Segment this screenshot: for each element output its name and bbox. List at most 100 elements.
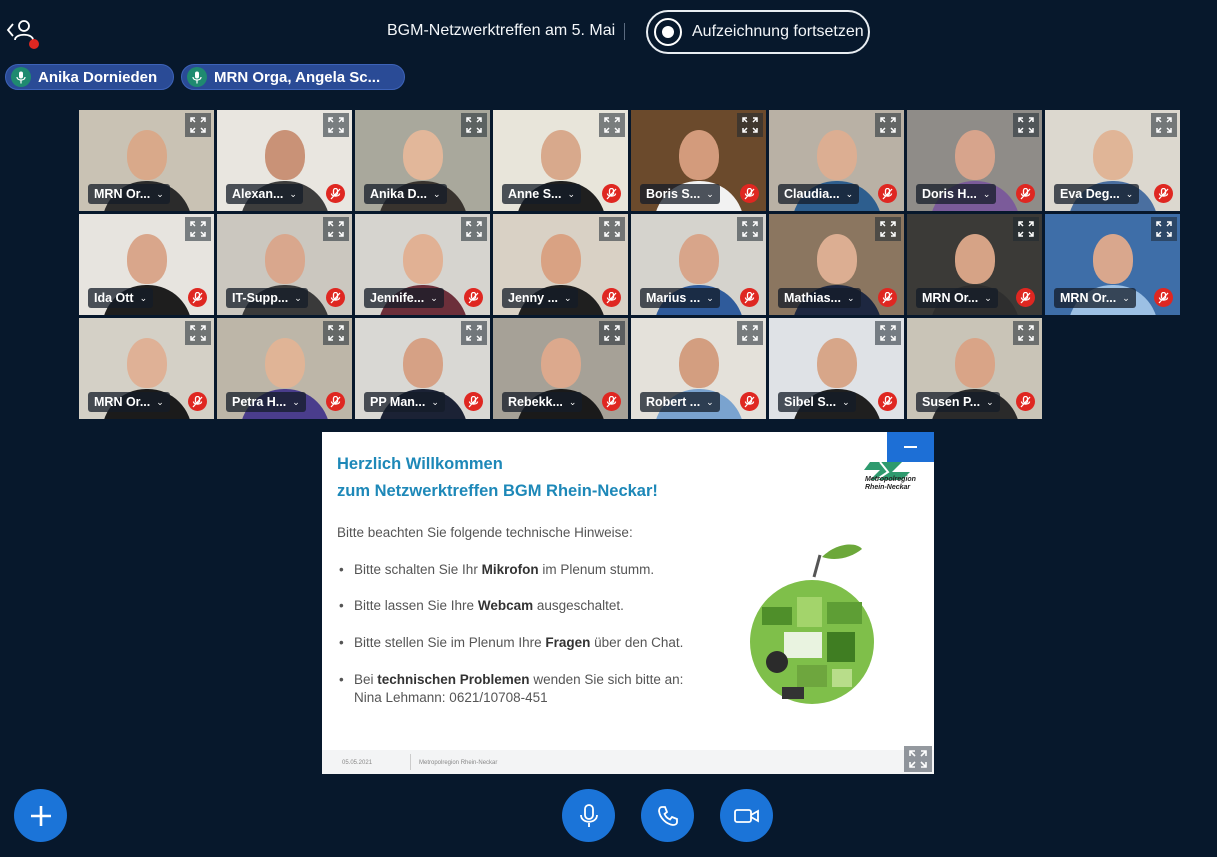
- fullscreen-button[interactable]: [875, 321, 901, 345]
- participant-name-dropdown[interactable]: Anika D... ⌄: [364, 184, 447, 204]
- fullscreen-button[interactable]: [461, 217, 487, 241]
- actions-button[interactable]: [14, 789, 67, 842]
- participant-face: [402, 234, 443, 284]
- fullscreen-button[interactable]: [1013, 321, 1039, 345]
- participant-tile[interactable]: Ida Ott ⌄: [79, 214, 214, 315]
- record-button[interactable]: Aufzeichnung fortsetzen: [646, 10, 870, 54]
- participant-name-dropdown[interactable]: Mathias... ⌄: [778, 288, 861, 308]
- participant-name-dropdown[interactable]: Jennife... ⌄: [364, 288, 444, 308]
- mic-off-icon: [740, 184, 759, 203]
- participant-name-dropdown[interactable]: MRN Or... ⌄: [88, 392, 170, 412]
- fullscreen-button[interactable]: [599, 321, 625, 345]
- talker-indicator[interactable]: Anika Dornieden: [5, 64, 174, 90]
- microphone-button[interactable]: [562, 789, 615, 842]
- participant-name-dropdown[interactable]: IT-Supp... ⌄: [226, 288, 308, 308]
- participant-tile[interactable]: Petra H... ⌄: [217, 318, 352, 419]
- participant-name-dropdown[interactable]: Eva Deg... ⌄: [1054, 184, 1140, 204]
- participant-tile[interactable]: MRN Or... ⌄: [79, 318, 214, 419]
- participant-tile[interactable]: Claudia... ⌄: [769, 110, 904, 211]
- expand-icon: [466, 221, 482, 237]
- fullscreen-button[interactable]: [1151, 217, 1177, 241]
- fullscreen-presentation-button[interactable]: [904, 746, 932, 772]
- participant-name-dropdown[interactable]: Ida Ott ⌄: [88, 288, 154, 308]
- mic-off-icon: [464, 392, 483, 411]
- participant-name-dropdown[interactable]: Robert ... ⌄: [640, 392, 720, 412]
- fullscreen-button[interactable]: [185, 217, 211, 241]
- participant-face: [540, 130, 581, 180]
- fullscreen-button[interactable]: [1151, 113, 1177, 137]
- leave-audio-button[interactable]: [641, 789, 694, 842]
- phone-icon: [657, 805, 678, 826]
- participant-name-dropdown[interactable]: Anne S... ⌄: [502, 184, 582, 204]
- participant-tile[interactable]: Marius ... ⌄: [631, 214, 766, 315]
- participant-tile[interactable]: MRN Or... ⌄: [79, 110, 214, 211]
- participant-tile[interactable]: Anika D... ⌄: [355, 110, 490, 211]
- talker-indicator[interactable]: MRN Orga, Angela Sc...: [181, 64, 405, 90]
- expand-icon: [604, 221, 620, 237]
- camera-button[interactable]: [720, 789, 773, 842]
- participant-tile[interactable]: Jennife... ⌄: [355, 214, 490, 315]
- participant-name-dropdown[interactable]: Alexan... ⌄: [226, 184, 303, 204]
- participant-tile[interactable]: Susen P... ⌄: [907, 318, 1042, 419]
- fullscreen-button[interactable]: [737, 217, 763, 241]
- expand-icon: [1018, 325, 1034, 341]
- expand-icon: [1156, 221, 1172, 237]
- participant-tile[interactable]: Boris S... ⌄: [631, 110, 766, 211]
- participant-name-dropdown[interactable]: Claudia... ⌄: [778, 184, 860, 204]
- participant-name-dropdown[interactable]: Petra H... ⌄: [226, 392, 306, 412]
- participant-face: [402, 338, 443, 388]
- participant-name-dropdown[interactable]: Rebekk... ⌄: [502, 392, 583, 412]
- fullscreen-button[interactable]: [737, 321, 763, 345]
- participant-name-dropdown[interactable]: MRN Or... ⌄: [88, 184, 170, 204]
- fullscreen-button[interactable]: [875, 217, 901, 241]
- minimize-icon: [904, 446, 917, 448]
- fullscreen-button[interactable]: [737, 113, 763, 137]
- participant-tile[interactable]: Alexan... ⌄: [217, 110, 352, 211]
- participant-tile[interactable]: Jenny ... ⌄: [493, 214, 628, 315]
- fullscreen-button[interactable]: [599, 113, 625, 137]
- fullscreen-button[interactable]: [461, 113, 487, 137]
- participant-name: Mathias...: [784, 291, 841, 305]
- mic-off-icon: [326, 288, 345, 307]
- participant-tile[interactable]: MRN Or... ⌄: [1045, 214, 1180, 315]
- participant-tile[interactable]: Rebekk... ⌄: [493, 318, 628, 419]
- fullscreen-button[interactable]: [323, 113, 349, 137]
- fullscreen-button[interactable]: [461, 321, 487, 345]
- fullscreen-button[interactable]: [1013, 217, 1039, 241]
- participant-tile[interactable]: PP Man... ⌄: [355, 318, 490, 419]
- fullscreen-button[interactable]: [599, 217, 625, 241]
- participant-tile[interactable]: Anne S... ⌄: [493, 110, 628, 211]
- fullscreen-button[interactable]: [875, 113, 901, 137]
- participant-tile[interactable]: IT-Supp... ⌄: [217, 214, 352, 315]
- participant-name-dropdown[interactable]: Doris H... ⌄: [916, 184, 997, 204]
- participant-tile[interactable]: Doris H... ⌄: [907, 110, 1042, 211]
- participant-face: [264, 130, 305, 180]
- participant-name-dropdown[interactable]: Jenny ... ⌄: [502, 288, 578, 308]
- participant-tile[interactable]: Robert ... ⌄: [631, 318, 766, 419]
- mic-off-icon: [878, 184, 897, 203]
- participant-name-dropdown[interactable]: Sibel S... ⌄: [778, 392, 856, 412]
- participant-name-dropdown[interactable]: Susen P... ⌄: [916, 392, 1000, 412]
- users-list-toggle[interactable]: [6, 18, 40, 50]
- participant-name-dropdown[interactable]: Boris S... ⌄: [640, 184, 720, 204]
- mic-off-icon: [1016, 288, 1035, 307]
- mic-off-icon: [188, 392, 207, 411]
- fullscreen-button[interactable]: [1013, 113, 1039, 137]
- fullscreen-button[interactable]: [185, 113, 211, 137]
- participant-tile[interactable]: Mathias... ⌄: [769, 214, 904, 315]
- participant-name-dropdown[interactable]: PP Man... ⌄: [364, 392, 445, 412]
- participant-tile[interactable]: MRN Or... ⌄: [907, 214, 1042, 315]
- participant-name-dropdown[interactable]: Marius ... ⌄: [640, 288, 720, 308]
- chevron-down-icon: ⌄: [1122, 292, 1130, 303]
- participant-tile[interactable]: Eva Deg... ⌄: [1045, 110, 1180, 211]
- microphone-icon: [187, 67, 207, 87]
- participant-tile[interactable]: Sibel S... ⌄: [769, 318, 904, 419]
- participant-name-dropdown[interactable]: MRN Or... ⌄: [1054, 288, 1136, 308]
- expand-icon: [190, 325, 206, 341]
- fullscreen-button[interactable]: [185, 321, 211, 345]
- notification-dot: [29, 39, 39, 49]
- fullscreen-button[interactable]: [323, 217, 349, 241]
- mic-off-icon: [602, 184, 621, 203]
- participant-name-dropdown[interactable]: MRN Or... ⌄: [916, 288, 998, 308]
- fullscreen-button[interactable]: [323, 321, 349, 345]
